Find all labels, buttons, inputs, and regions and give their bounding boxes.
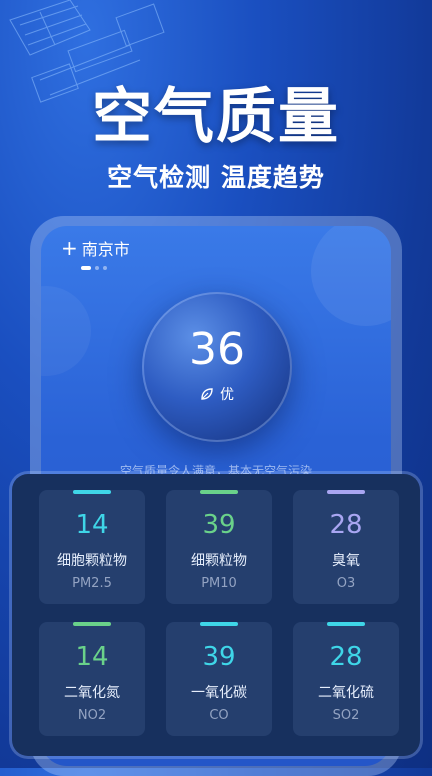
indicator-bar <box>73 622 111 626</box>
pollutant-card-pm10[interactable]: 39 细颗粒物 PM10 <box>166 490 272 604</box>
decor-circle <box>311 226 391 326</box>
page-dot <box>103 266 107 270</box>
indicator-bar <box>200 490 238 494</box>
pollutant-code: CO <box>209 708 229 723</box>
pollutant-name: 细颗粒物 <box>191 553 247 569</box>
hero-title: 空气质量 <box>92 82 340 152</box>
pollutant-code: SO2 <box>332 708 360 723</box>
pollutant-code: O3 <box>336 576 356 591</box>
pollutant-name: 一氧化碳 <box>191 685 247 701</box>
city-selector[interactable]: + 南京市 <box>61 236 130 260</box>
leaf-icon <box>201 388 213 400</box>
hero-subtitle: 空气检测 温度趋势 <box>107 163 325 192</box>
pollutant-value: 14 <box>75 642 109 672</box>
aqi-orb: 36 优 <box>142 292 292 442</box>
pollutant-value: 39 <box>202 510 236 540</box>
pollutant-card-no2[interactable]: 14 二氧化氮 NO2 <box>39 622 145 736</box>
pollutant-name: 二氧化氮 <box>64 685 120 701</box>
pollutant-code: PM10 <box>201 576 237 591</box>
page-dot <box>95 266 99 270</box>
pollutant-card-o3[interactable]: 28 臭氧 O3 <box>293 490 399 604</box>
city-name: 南京市 <box>81 240 130 259</box>
pollutant-code: NO2 <box>77 708 107 723</box>
aqi-value: 36 <box>189 324 245 375</box>
pollutant-value: 28 <box>329 510 363 540</box>
pollutant-value: 39 <box>202 642 236 672</box>
indicator-bar <box>200 622 238 626</box>
page-dot-active <box>81 266 91 270</box>
decor-circle <box>41 286 91 376</box>
pollutant-panel: 14 细胞颗粒物 PM2.5 39 细颗粒物 PM10 28 臭氧 O3 14 … <box>12 474 420 756</box>
indicator-bar <box>327 490 365 494</box>
pollutant-name: 细胞颗粒物 <box>57 553 127 569</box>
pollutant-value: 14 <box>75 510 109 540</box>
pollutant-card-pm25[interactable]: 14 细胞颗粒物 PM2.5 <box>39 490 145 604</box>
pollutant-value: 28 <box>329 642 363 672</box>
plus-icon[interactable]: + <box>61 238 78 258</box>
pollutant-name: 二氧化硫 <box>318 685 374 701</box>
pollutant-card-co[interactable]: 39 一氧化碳 CO <box>166 622 272 736</box>
aqi-level-text: 优 <box>220 387 234 403</box>
aqi-level: 优 <box>142 384 292 404</box>
indicator-bar <box>73 490 111 494</box>
page-indicator <box>81 266 107 270</box>
pollutant-code: PM2.5 <box>72 576 112 591</box>
indicator-bar <box>327 622 365 626</box>
pollutant-name: 臭氧 <box>332 553 360 569</box>
pollutant-card-so2[interactable]: 28 二氧化硫 SO2 <box>293 622 399 736</box>
